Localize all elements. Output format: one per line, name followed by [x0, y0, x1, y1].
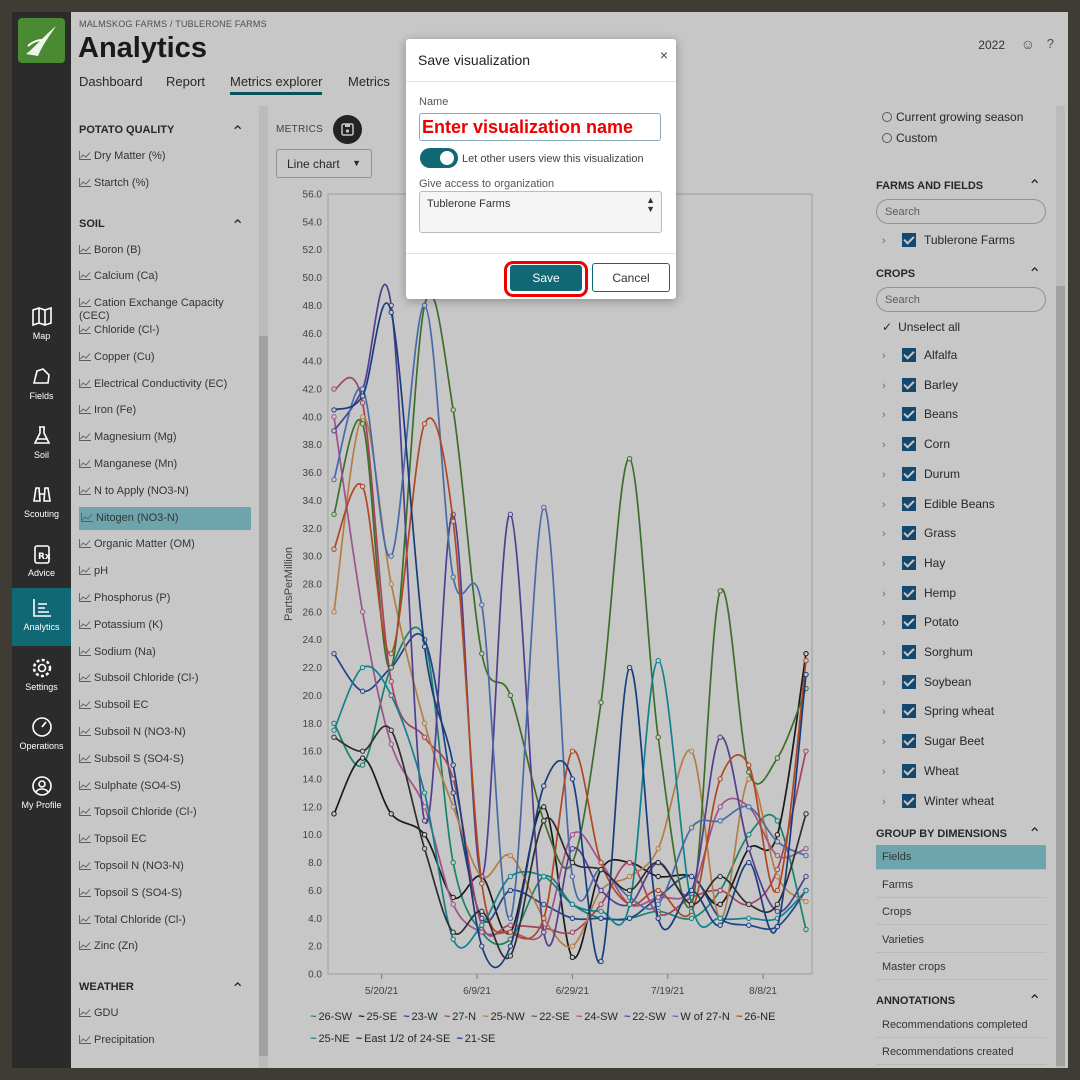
- nav-item-operations[interactable]: Operations: [12, 707, 71, 765]
- svg-text:Rx: Rx: [38, 552, 51, 562]
- dialog-title: Save visualization: [418, 52, 531, 68]
- nav-item-label: My Profile: [21, 800, 62, 810]
- nav-item-scouting[interactable]: Scouting: [12, 475, 71, 533]
- nav-item-label: Fields: [29, 391, 54, 401]
- nav-item-label: Settings: [25, 682, 58, 692]
- rx-icon: Rx: [33, 545, 51, 564]
- profile-icon: [31, 776, 52, 796]
- nav-item-label: Operations: [19, 741, 64, 751]
- nav-item-fields[interactable]: Fields: [12, 357, 71, 415]
- binoculars-icon: [32, 487, 51, 502]
- side-nav: Map Fields Soil Scouting Rx Advice Analytics Se…: [12, 12, 71, 1068]
- cancel-button[interactable]: Cancel: [592, 263, 670, 292]
- gauge-icon: [31, 717, 52, 737]
- nav-item-label: Soil: [33, 450, 49, 460]
- gear-icon: [32, 658, 51, 678]
- divider: [406, 81, 676, 82]
- nav-item-analytics[interactable]: Analytics: [12, 588, 71, 646]
- visualization-name-input[interactable]: [419, 113, 661, 141]
- fields-icon: [32, 368, 50, 384]
- map-icon: [31, 306, 52, 327]
- nav-item-label: Advice: [27, 568, 55, 578]
- nav-item-label: Analytics: [23, 622, 60, 632]
- save-button[interactable]: Save: [510, 265, 582, 291]
- divider: [406, 253, 676, 254]
- nav-item-label: Scouting: [23, 509, 60, 519]
- nav-item-label: Map: [32, 331, 51, 341]
- select-arrows-icon: ▲ ▼: [646, 195, 655, 214]
- organization-select-value: Tublerone Farms: [427, 198, 511, 210]
- name-label: Name: [419, 96, 449, 108]
- nav-item-settings[interactable]: Settings: [12, 648, 71, 706]
- nav-item-map[interactable]: Map: [12, 297, 71, 355]
- organization-label: Give access to organization: [419, 178, 555, 190]
- nav-item-advice[interactable]: Rx Advice: [12, 534, 71, 592]
- nav-item-my-profile[interactable]: My Profile: [12, 766, 71, 824]
- save-visualization-dialog: Save visualization × Name Let other user…: [406, 39, 676, 299]
- app-window: Map Fields Soil Scouting Rx Advice Analytics Se…: [12, 12, 1068, 1068]
- flask-icon: [33, 426, 50, 444]
- nav-item-soil[interactable]: Soil: [12, 416, 71, 474]
- app-logo[interactable]: [18, 18, 65, 63]
- share-toggle-label: Let other users view this visualization: [462, 153, 644, 165]
- organization-select[interactable]: Tublerone Farms ▲ ▼: [419, 191, 662, 233]
- close-icon[interactable]: ×: [660, 47, 668, 63]
- toggle-knob: [440, 151, 454, 165]
- share-toggle[interactable]: [420, 148, 458, 168]
- analytics-icon: [32, 599, 51, 617]
